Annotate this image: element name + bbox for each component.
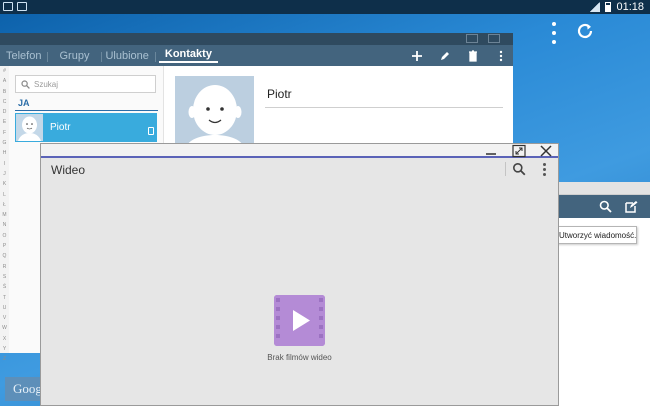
alphabet-letter[interactable]: Q (0, 251, 9, 261)
wifi-signal-icon (590, 2, 601, 12)
tab-ulubione[interactable]: Ulubione (101, 50, 157, 62)
keyboard-notification-icon (17, 2, 27, 11)
alphabet-letter[interactable]: D (0, 107, 9, 117)
contact-name: Piotr (50, 122, 71, 133)
video-window-titlebar[interactable] (41, 144, 558, 158)
alphabet-letter[interactable]: P (0, 241, 9, 251)
alphabet-letter[interactable]: T (0, 293, 9, 303)
alphabet-letter[interactable]: J (0, 169, 9, 179)
alphabet-letter[interactable]: E (0, 117, 9, 127)
window-maximize-icon[interactable] (509, 144, 529, 158)
alphabet-letter[interactable]: S (0, 272, 9, 282)
tab-kontakty[interactable]: Kontakty (158, 48, 218, 63)
alphabet-letter[interactable]: M (0, 210, 9, 220)
avatar (16, 114, 43, 141)
tab-telefon[interactable]: Telefon (0, 50, 49, 62)
alphabet-letter[interactable]: K (0, 179, 9, 189)
edit-icon[interactable] (439, 50, 451, 62)
compose-tooltip: Utworzyć wiadomość. (555, 226, 637, 244)
refresh-icon[interactable] (574, 20, 596, 42)
alphabet-letter[interactable]: V (0, 313, 9, 323)
delete-icon[interactable] (467, 49, 479, 62)
alphabet-letter[interactable]: R (0, 262, 9, 272)
alphabet-letter[interactable]: X (0, 334, 9, 344)
video-play-icon (274, 295, 325, 346)
alphabet-letter[interactable]: Y (0, 344, 9, 354)
name-underline (265, 107, 503, 108)
battery-icon (605, 2, 612, 12)
video-app-title: Wideo (51, 163, 86, 177)
list-item[interactable]: Piotr (15, 113, 157, 142)
alphabet-letter[interactable]: O (0, 231, 9, 241)
search-icon[interactable] (599, 200, 612, 213)
google-search-widget[interactable]: Google (5, 377, 45, 401)
messages-toolbar (555, 195, 650, 218)
more-options-icon[interactable] (495, 50, 507, 62)
alphabet-letter[interactable]: W (0, 323, 9, 333)
home-overflow-menu-icon[interactable] (549, 22, 559, 44)
group-header: JA (18, 98, 30, 108)
alphabet-letter[interactable]: A (0, 76, 9, 86)
messages-window-titlebar[interactable] (555, 182, 650, 195)
alphabet-letter[interactable]: Z (0, 354, 9, 364)
more-options-icon[interactable] (543, 163, 547, 176)
search-placeholder: Szukaj (34, 79, 59, 89)
contacts-toolbar: Telefon Grupy Ulubione Kontakty (0, 45, 513, 66)
alphabet-letter[interactable]: L (0, 190, 9, 200)
video-app-header: Wideo (41, 158, 558, 180)
alphabet-letter[interactable]: C (0, 97, 9, 107)
account-badge-icon (148, 127, 154, 135)
status-bar: 01:18 (0, 0, 650, 14)
alphabet-letter[interactable]: # (0, 66, 9, 76)
alphabet-letter[interactable]: H (0, 148, 9, 158)
alphabet-letter[interactable]: Ś (0, 282, 9, 292)
gallery-notification-icon (3, 2, 13, 11)
contact-photo[interactable] (175, 76, 254, 152)
status-time: 01:18 (616, 1, 644, 13)
tab-grupy[interactable]: Grupy (47, 50, 103, 62)
alphabet-index[interactable]: # A B C D E F G H I J K L Ł M N O P Q R S Ś T U V W X Y Z (0, 66, 9, 362)
alphabet-letter[interactable]: Ł (0, 200, 9, 210)
window-minimize-icon[interactable] (481, 144, 501, 158)
header-divider (505, 162, 506, 176)
window-close-icon[interactable] (488, 34, 500, 43)
search-icon (21, 79, 30, 89)
group-divider (15, 110, 158, 111)
contact-detail-name[interactable]: Piotr (267, 87, 292, 101)
contact-search-input[interactable]: Szukaj (15, 75, 156, 93)
alphabet-letter[interactable]: B (0, 87, 9, 97)
window-close-icon[interactable] (536, 144, 556, 158)
empty-state-message: Brak filmów wideo (267, 353, 332, 362)
messages-window: Utworzyć wiadomość. (555, 182, 650, 406)
search-icon[interactable] (512, 162, 526, 176)
alphabet-letter[interactable]: G (0, 138, 9, 148)
alphabet-letter[interactable]: I (0, 159, 9, 169)
alphabet-letter[interactable]: F (0, 128, 9, 138)
compose-message-icon[interactable] (625, 200, 638, 213)
contacts-window-titlebar[interactable] (0, 33, 513, 45)
add-contact-icon[interactable] (411, 50, 423, 62)
video-window: Wideo Brak filmów wideo (40, 143, 559, 406)
window-minimize-icon[interactable] (466, 34, 478, 43)
alphabet-letter[interactable]: U (0, 303, 9, 313)
alphabet-letter[interactable]: N (0, 220, 9, 230)
